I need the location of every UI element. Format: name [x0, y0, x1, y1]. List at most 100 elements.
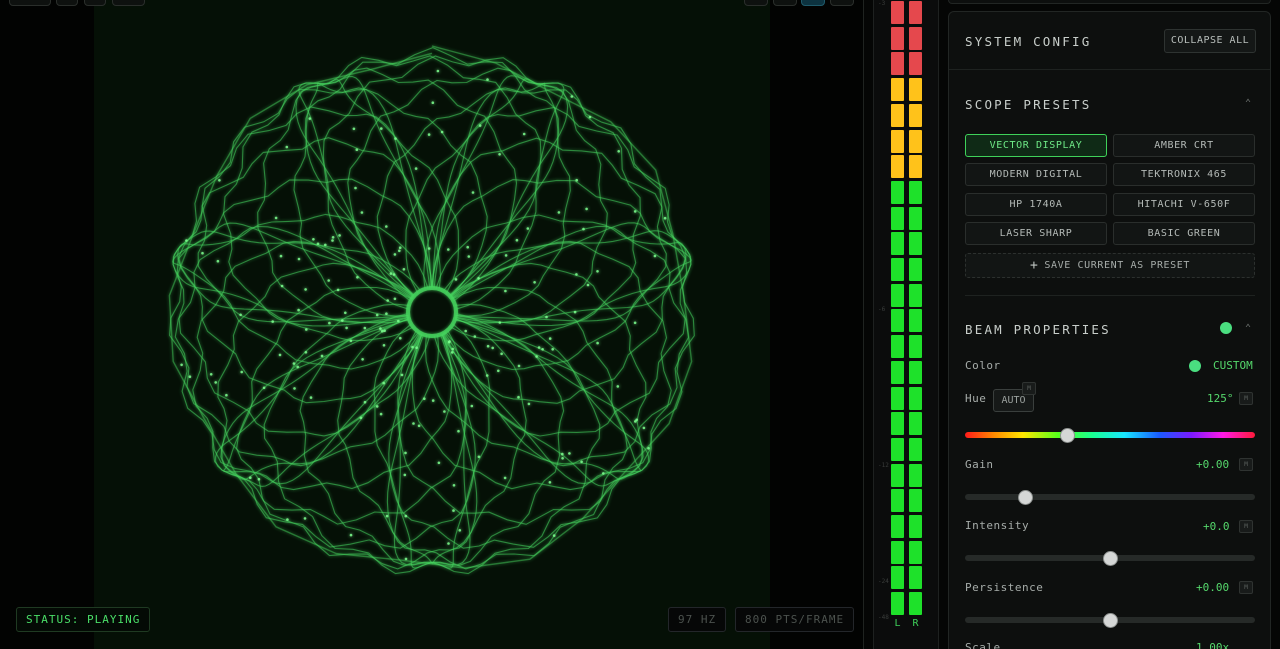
gain-slider-track[interactable] — [965, 494, 1255, 500]
trace-sample-point — [331, 236, 335, 239]
meter-segment — [891, 592, 904, 616]
meter-segment — [891, 283, 904, 307]
trace-sample-point — [225, 393, 228, 397]
plus-icon: + — [1029, 258, 1039, 273]
trace-sample-point — [382, 344, 386, 347]
trace-sample-point — [398, 246, 402, 249]
trace-sample-point — [443, 410, 446, 413]
hue-auto-modulate-button[interactable]: M — [1022, 382, 1036, 395]
color-mode[interactable]: CUSTOM — [1213, 359, 1253, 372]
intensity-slider-thumb[interactable] — [1102, 551, 1118, 566]
trace-sample-point — [616, 385, 620, 388]
trace-sample-point — [561, 457, 564, 460]
trace-sample-point — [447, 542, 450, 545]
system-config-panel: SYSTEM CONFIG COLLAPSE ALL SCOPE PRESETS… — [948, 11, 1271, 649]
trace-sample-point — [535, 355, 538, 358]
trace-loop — [386, 318, 628, 570]
trace-sample-point — [327, 279, 331, 282]
gain-modulate-button[interactable]: M — [1239, 458, 1253, 471]
trace-sample-point — [262, 386, 266, 390]
preset-button[interactable]: VECTOR DISPLAY — [965, 134, 1107, 157]
meter-segment — [909, 155, 922, 179]
trace-sample-point — [341, 319, 344, 322]
trace-sample-point — [586, 283, 590, 287]
trace-sample-point — [417, 424, 421, 428]
trace-sample-point — [280, 284, 284, 288]
trace-sample-point — [349, 339, 353, 343]
points-per-frame-readout: 800 PTS/FRAME — [735, 607, 855, 632]
hue-modulate-button[interactable]: M — [1239, 392, 1253, 405]
trace-sample-point — [381, 329, 384, 333]
trace-sample-point — [491, 346, 495, 350]
meter-segment — [891, 386, 904, 410]
trace-sample-point — [477, 455, 481, 459]
preset-button[interactable]: HP 1740A — [965, 192, 1107, 216]
scope-presets-title[interactable]: SCOPE PRESETS — [965, 97, 1091, 112]
meter-scale-tick: -6 — [878, 306, 886, 313]
trace-center-ring — [406, 286, 458, 338]
trace-sample-point — [344, 311, 347, 315]
meter-segment — [909, 1, 922, 24]
intensity-modulate-button[interactable]: M — [1239, 520, 1253, 533]
trace-sample-point — [385, 225, 388, 228]
trace-sample-point — [473, 335, 477, 338]
status-badge: STATUS: PLAYING — [16, 607, 151, 632]
preset-button[interactable]: LASER SHARP — [965, 221, 1107, 245]
trace-sample-point — [617, 150, 620, 153]
scale-value: 1.00x — [1196, 641, 1230, 649]
meter-segment — [909, 335, 922, 359]
preset-button[interactable]: AMBER CRT — [1113, 134, 1255, 157]
section-divider — [965, 295, 1255, 296]
trace-sample-point — [504, 289, 507, 293]
beam-properties-title[interactable]: BEAM PROPERTIES — [965, 322, 1111, 337]
trace-sample-point — [427, 133, 431, 136]
trace-sample-point — [436, 69, 440, 73]
trace-sample-point — [375, 313, 379, 317]
trace-sample-point — [596, 270, 599, 273]
trace-sample-point — [423, 397, 426, 401]
trace-sample-point — [403, 473, 407, 477]
trace-sample-point — [486, 78, 489, 81]
trace-sample-point — [336, 288, 340, 292]
trace-sample-point — [415, 346, 418, 350]
preset-button[interactable]: HITACHI V-650F — [1113, 192, 1255, 216]
app-root: STATUS: PLAYING 97 HZ 800 PTS/FRAME L R … — [0, 0, 1280, 649]
trace-sample-point — [452, 509, 455, 512]
chevron-up-icon[interactable]: ⌃ — [1245, 98, 1251, 109]
trace-sample-point — [437, 461, 441, 465]
scope-display[interactable]: STATUS: PLAYING 97 HZ 800 PTS/FRAME — [0, 0, 864, 649]
chevron-up-icon[interactable]: ⌃ — [1245, 323, 1251, 334]
trace-loop — [423, 75, 641, 327]
preset-button[interactable]: BASIC GREEN — [1113, 221, 1255, 245]
trace-sample-point — [647, 447, 650, 450]
meter-segment — [909, 540, 922, 564]
meter-segment — [909, 463, 922, 487]
gain-slider-thumb[interactable] — [1018, 490, 1034, 505]
trace-loop — [388, 313, 644, 549]
collapse-all-button[interactable]: COLLAPSE ALL — [1164, 29, 1256, 53]
trace-loop — [257, 79, 460, 324]
hue-slider-thumb[interactable] — [1059, 428, 1075, 443]
meter-segment — [909, 129, 922, 153]
scale-label: Scale — [965, 641, 1001, 649]
trace-sample-point — [411, 345, 414, 349]
trace-sample-point — [526, 227, 530, 230]
persistence-slider-thumb[interactable] — [1102, 613, 1118, 628]
color-swatch[interactable] — [1189, 360, 1201, 372]
trace-loop — [337, 317, 527, 565]
trace-sample-point — [201, 251, 204, 255]
trace-sample-point — [188, 375, 192, 379]
trace-sample-point — [570, 95, 574, 98]
hue-slider-track[interactable] — [965, 432, 1255, 438]
preset-button[interactable]: MODERN DIGITAL — [965, 163, 1107, 187]
trace-sample-point — [389, 272, 393, 275]
persistence-modulate-button[interactable]: M — [1239, 581, 1253, 594]
meter-segment — [909, 412, 922, 436]
trace-sample-point — [292, 362, 296, 365]
trace-sample-point — [404, 451, 407, 455]
trace-sample-point — [412, 422, 415, 425]
save-preset-button[interactable]: + SAVE CURRENT AS PRESET — [965, 253, 1255, 278]
meter-segment — [909, 309, 922, 333]
preset-button[interactable]: TEKTRONIX 465 — [1113, 163, 1255, 187]
meter-segment — [891, 515, 904, 538]
